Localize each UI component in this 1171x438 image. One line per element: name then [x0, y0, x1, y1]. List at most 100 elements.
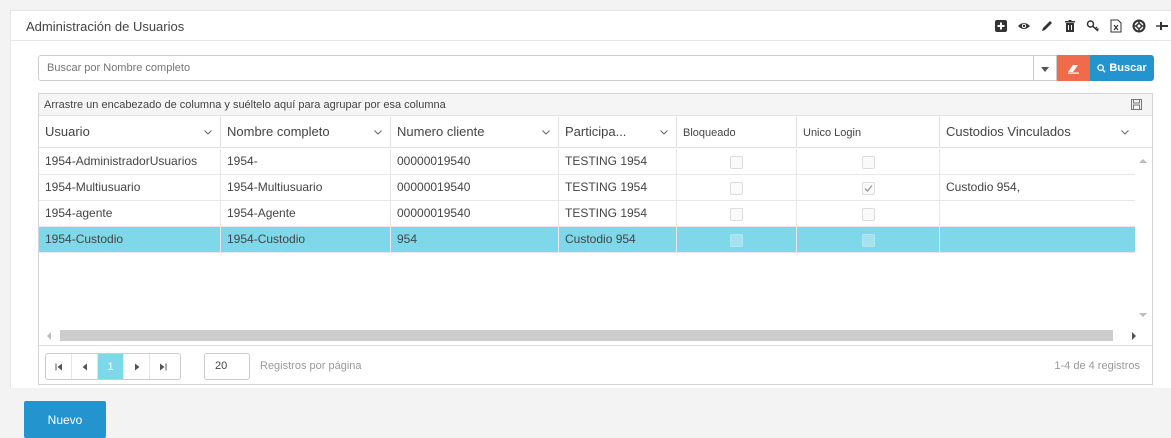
scroll-down-icon[interactable]: [1139, 313, 1147, 317]
bloqueado-checkbox[interactable]: [730, 181, 743, 195]
cell-custodios: [940, 201, 1137, 227]
page-size-label: Registros por página: [260, 360, 362, 372]
column-label: Unico Login: [803, 127, 862, 139]
cell-unico-login: [797, 175, 940, 201]
lifebuoy-icon[interactable]: [1129, 16, 1149, 36]
unico-login-checkbox[interactable]: [861, 181, 875, 195]
cell-unico-login: [797, 227, 940, 253]
column-header-custodios[interactable]: Custodios Vinculados: [940, 117, 1137, 148]
column-header-bloqueado[interactable]: Bloqueado: [677, 117, 797, 148]
next-page-button[interactable]: [124, 354, 150, 379]
pin-icon[interactable]: [1152, 16, 1171, 36]
first-page-button[interactable]: [46, 354, 72, 379]
search-field-dropdown[interactable]: [1034, 55, 1057, 81]
chevron-down-icon[interactable]: [204, 130, 212, 135]
bloqueado-checkbox[interactable]: [730, 207, 743, 221]
column-header-nombre[interactable]: Nombre completo: [221, 117, 391, 148]
pagination-controls: 1: [45, 353, 181, 380]
search-icon: [1097, 63, 1106, 73]
cell-bloqueado: [677, 201, 797, 227]
cell-usuario: 1954-Multiusuario: [39, 175, 221, 201]
table-row[interactable]: 1954-AdministradorUsuarios 1954- 000000195…: [39, 149, 1152, 175]
search-bar: Buscar: [38, 55, 1154, 81]
clear-search-button[interactable]: [1057, 55, 1090, 81]
column-label: Bloqueado: [683, 127, 736, 139]
chevron-down-icon[interactable]: [374, 130, 382, 135]
toolbar: [988, 16, 1171, 36]
column-header-participante[interactable]: Participa...: [559, 117, 677, 148]
cell-custodios: [940, 149, 1137, 175]
vertical-scrollbar[interactable]: [1135, 149, 1152, 327]
cell-nombre: 1954-: [221, 149, 391, 175]
bloqueado-checkbox[interactable]: [730, 155, 743, 169]
cell-cliente: 954: [391, 227, 559, 253]
grid-header: Usuario Nombre completo Numero cliente P…: [39, 117, 1152, 148]
prev-page-button[interactable]: [72, 354, 98, 379]
users-grid: Arrastre un encabezado de columna y suél…: [38, 93, 1153, 385]
cell-participante: TESTING 1954: [559, 175, 677, 201]
add-icon[interactable]: [991, 16, 1011, 36]
group-drop-area[interactable]: Arrastre un encabezado de columna y suél…: [39, 94, 1152, 116]
cell-participante: Custodio 954: [559, 227, 677, 253]
search-button[interactable]: Buscar: [1090, 55, 1154, 81]
cell-nombre: 1954-Multiusuario: [221, 175, 391, 201]
cell-nombre: 1954-Agente: [221, 201, 391, 227]
page-title: Administración de Usuarios: [26, 19, 185, 34]
cell-participante: TESTING 1954: [559, 149, 677, 175]
scroll-up-icon[interactable]: [1139, 159, 1147, 163]
scroll-right-icon[interactable]: [1132, 332, 1136, 340]
cell-custodios: Custodio 954,: [946, 180, 1021, 194]
chevron-down-icon[interactable]: [1121, 130, 1129, 135]
last-page-icon: [160, 363, 167, 370]
cell-unico-login: [797, 201, 940, 227]
excel-icon[interactable]: [1106, 16, 1126, 36]
table-row[interactable]: 1954-Multiusuario 1954-Multiusuario 000000…: [39, 175, 1152, 201]
column-header-cliente[interactable]: Numero cliente: [391, 117, 559, 148]
eye-icon[interactable]: [1014, 16, 1034, 36]
users-admin-panel: Administración de Usuarios Buscar por No…: [10, 10, 1171, 388]
trash-icon[interactable]: [1060, 16, 1080, 36]
column-header-unico-login[interactable]: Unico Login: [797, 117, 940, 148]
grid-body: 1954-AdministradorUsuarios 1954- 000000195…: [39, 149, 1152, 324]
cell-cliente: 00000019540: [391, 175, 559, 201]
cell-custodios: [940, 227, 1137, 253]
new-user-button[interactable]: Nuevo: [24, 401, 106, 438]
last-page-button[interactable]: [150, 354, 176, 379]
scroll-thumb[interactable]: [60, 330, 1113, 341]
scroll-left-icon[interactable]: [47, 332, 51, 340]
search-input[interactable]: [38, 55, 1034, 81]
cell-usuario: 1954-AdministradorUsuarios: [39, 149, 221, 175]
eraser-icon: [1068, 64, 1079, 74]
chevron-down-icon[interactable]: [542, 130, 550, 135]
save-icon[interactable]: [1131, 99, 1142, 110]
cell-bloqueado: [677, 175, 797, 201]
horizontal-scrollbar[interactable]: [39, 327, 1152, 344]
cell-nombre: 1954-Custodio: [221, 227, 391, 253]
cell-cliente: 00000019540: [391, 201, 559, 227]
column-header-usuario[interactable]: Usuario: [39, 117, 221, 148]
column-label: Numero cliente: [397, 124, 485, 139]
page-size-input[interactable]: 20: [204, 353, 250, 380]
records-info: 1-4 de 4 registros: [1054, 360, 1140, 372]
cell-bloqueado: [677, 227, 797, 253]
pencil-icon[interactable]: [1037, 16, 1057, 36]
cell-cliente: 00000019540: [391, 149, 559, 175]
unico-login-checkbox[interactable]: [861, 233, 875, 247]
pager: 1 20 Registros por página 1-4 de 4 regis…: [39, 345, 1152, 384]
unico-login-checkbox[interactable]: [861, 207, 875, 221]
table-row[interactable]: 1954-agente 1954-Agente 00000019540 TESTING…: [39, 201, 1152, 227]
unico-login-checkbox[interactable]: [861, 155, 875, 169]
page-number-current[interactable]: 1: [98, 354, 124, 379]
prev-page-icon: [82, 363, 87, 370]
cell-unico-login: [797, 149, 940, 175]
column-label: Usuario: [45, 124, 90, 139]
bloqueado-checkbox[interactable]: [730, 233, 743, 247]
key-icon[interactable]: [1083, 16, 1103, 36]
search-button-label: Buscar: [1109, 62, 1147, 74]
column-label: Custodios Vinculados: [946, 124, 1071, 139]
chevron-down-icon[interactable]: [660, 130, 668, 135]
table-row[interactable]: 1954-Custodio 1954-Custodio 954 Custodio 95…: [39, 227, 1152, 253]
cell-usuario: 1954-Custodio: [39, 227, 221, 253]
cell-participante: TESTING 1954: [559, 201, 677, 227]
column-label: Participa...: [565, 124, 627, 139]
